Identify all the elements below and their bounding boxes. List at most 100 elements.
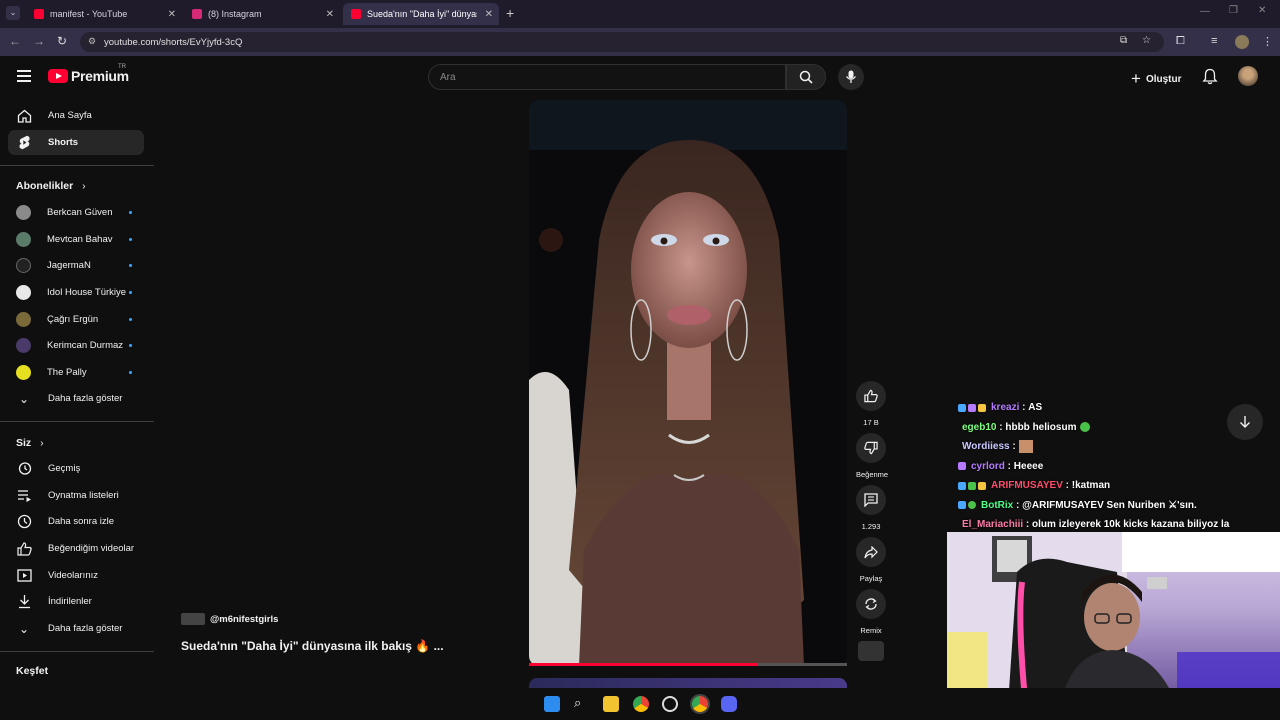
channel-info[interactable]: @m6nifestgirls xyxy=(181,613,278,625)
dislike-button[interactable]: Beğenme xyxy=(856,433,888,479)
sidebar-item-your-videos[interactable]: Videolarınız xyxy=(8,563,144,588)
chat-username: egeb10 xyxy=(962,421,997,433)
tab-title: manifest - YouTube xyxy=(50,9,128,19)
chat-message: kreazi : AS xyxy=(958,398,1258,418)
tab-title: (8) Instagram xyxy=(208,9,262,19)
chrome-icon[interactable] xyxy=(633,696,649,712)
sidebar-item-playlists[interactable]: Oynatma listeleri xyxy=(8,483,144,508)
voice-search-button[interactable] xyxy=(838,64,864,90)
tab-search-button[interactable]: ⌄ xyxy=(6,6,20,20)
sidebar: Ana Sayfa Shorts Abonelikler › Berkcan G… xyxy=(0,98,154,720)
chrome-active-icon[interactable] xyxy=(692,696,708,712)
sidebar-item-label: Ana Sayfa xyxy=(48,110,92,121)
profile-avatar[interactable] xyxy=(1235,35,1249,49)
file-explorer-icon[interactable] xyxy=(603,696,619,712)
sidebar-item-home[interactable]: Ana Sayfa xyxy=(8,103,144,128)
windows-taskbar: ⌕ xyxy=(0,688,1280,720)
youtube-premium-logo[interactable]: Premium TR xyxy=(48,64,129,84)
search-button[interactable] xyxy=(786,64,826,90)
subscription-the-pally[interactable]: The Pally xyxy=(8,360,144,385)
sound-thumbnail[interactable] xyxy=(858,641,884,661)
video-frame-woman xyxy=(529,100,847,666)
new-content-dot xyxy=(129,344,132,347)
sidebar-item-liked-videos[interactable]: Beğendiğim videolar xyxy=(8,536,144,561)
remix-button[interactable]: Remix xyxy=(856,589,886,635)
chat-text: olum izleyerek 10k kicks kazana biliyoz … xyxy=(1032,519,1230,531)
subscription-label: Idol House Türkiye xyxy=(47,287,127,298)
reload-icon[interactable]: ↻ xyxy=(57,34,67,48)
tab-shorts[interactable]: Sueda'nın "Daha İyi" dünyasına ✕ xyxy=(343,3,499,25)
menu-hamburger-icon[interactable] xyxy=(17,70,31,82)
search-icon[interactable]: ⌕ xyxy=(574,696,590,712)
shorts-video-player[interactable] xyxy=(529,100,847,666)
channel-avatar xyxy=(16,312,31,327)
chevron-right-icon: › xyxy=(82,180,86,192)
maximize-icon[interactable]: ❐ xyxy=(1229,5,1238,16)
notifications-button[interactable] xyxy=(1202,68,1218,90)
show-more-subscriptions[interactable]: ⌄ Daha fazla göster xyxy=(8,386,144,411)
browser-toolbar: ← → ↻ ⚙ youtube.com/shorts/EvYjyfd-3cQ ⧉… xyxy=(0,28,1280,56)
subscription-kerimcan-durmaz[interactable]: Kerimcan Durmaz xyxy=(8,333,144,358)
emote-icon xyxy=(1080,422,1091,433)
extensions-icon[interactable]: ⧠ xyxy=(1176,35,1185,48)
show-more-you[interactable]: ⌄ Daha fazla göster xyxy=(8,616,144,641)
app-icon[interactable] xyxy=(662,696,678,712)
tab-close-icon[interactable]: ✕ xyxy=(485,9,493,20)
liked-videos-icon xyxy=(16,541,32,556)
chat-message: cyrlord : Heeee xyxy=(958,457,1258,477)
subscription-mevtcan-bahav[interactable]: Mevtcan Bahav xyxy=(8,227,144,252)
comments-button[interactable]: 1.293 xyxy=(856,485,886,531)
chat-message: BotRix : @ARIFMUSAYEV Sen Nuriben ⚔'sın. xyxy=(958,496,1258,516)
sidebar-item-watch-later[interactable]: Daha sonra izle xyxy=(8,509,144,534)
share-button[interactable]: Paylaş xyxy=(856,537,886,583)
tab-close-icon[interactable]: ✕ xyxy=(326,9,334,20)
account-avatar[interactable] xyxy=(1238,66,1258,86)
install-app-icon[interactable]: ⧉ xyxy=(1120,35,1127,46)
back-icon[interactable]: ← xyxy=(9,34,21,48)
subscription-label: Kerimcan Durmaz xyxy=(47,340,124,351)
scroll-down-button[interactable] xyxy=(1227,404,1263,440)
arrow-down-icon xyxy=(1240,416,1250,428)
windows-start-icon[interactable] xyxy=(544,696,560,712)
subscription-cagri-ergun[interactable]: Çağrı Ergün xyxy=(8,307,144,332)
sidebar-item-shorts[interactable]: Shorts xyxy=(8,130,144,155)
new-content-dot xyxy=(129,291,132,294)
discord-icon[interactable] xyxy=(721,696,737,712)
chat-text: Heeee xyxy=(1013,460,1044,472)
search-placeholder: Ara xyxy=(440,71,456,83)
channel-avatar xyxy=(16,338,31,353)
subscriptions-header[interactable]: Abonelikler › xyxy=(16,180,86,192)
badge-icon xyxy=(958,481,966,490)
masthead: Premium TR Ara + Oluştur xyxy=(0,56,1280,98)
address-bar[interactable]: ⚙ youtube.com/shorts/EvYjyfd-3cQ ⧉ ☆ xyxy=(80,32,1164,52)
channel-avatar xyxy=(16,232,31,247)
chat-username: ARIFMUSAYEV xyxy=(991,480,1063,492)
subscription-berkcan-guven[interactable]: Berkcan Güven xyxy=(8,200,144,225)
chat-username: kreazi xyxy=(991,402,1020,414)
close-window-icon[interactable]: ✕ xyxy=(1258,5,1266,16)
next-short-preview[interactable] xyxy=(529,678,847,688)
forward-icon[interactable]: → xyxy=(33,34,45,48)
browser-menu-icon[interactable]: ⋮ xyxy=(1262,35,1273,48)
reading-list-icon[interactable]: ≡ xyxy=(1211,35,1217,47)
site-info-icon[interactable]: ⚙ xyxy=(88,36,96,47)
tab-youtube[interactable]: manifest - YouTube ✕ xyxy=(26,3,182,25)
chat-username: cyrlord xyxy=(971,460,1005,472)
tab-close-icon[interactable]: ✕ xyxy=(168,9,176,20)
new-tab-icon[interactable]: + xyxy=(506,5,514,21)
create-button[interactable]: + Oluştur xyxy=(1131,69,1182,89)
tab-instagram[interactable]: (8) Instagram ✕ xyxy=(184,3,340,25)
sidebar-item-downloads[interactable]: İndirilenler xyxy=(8,589,144,614)
like-button[interactable]: 17 B xyxy=(856,381,886,427)
subscription-idol-house[interactable]: Idol House Türkiye xyxy=(8,280,144,305)
youtube-favicon-icon xyxy=(34,9,44,19)
bookmark-star-icon[interactable]: ☆ xyxy=(1142,35,1151,46)
minimize-icon[interactable]: — xyxy=(1200,6,1210,17)
search-input[interactable]: Ara xyxy=(428,64,786,90)
you-header[interactable]: Siz › xyxy=(16,437,44,449)
short-title: Sueda'nın "Daha İyi" dünyasına ilk bakış… xyxy=(181,639,444,653)
sidebar-item-history[interactable]: Geçmiş xyxy=(8,456,144,481)
subscription-jagerman[interactable]: JagermaN xyxy=(8,253,144,278)
tab-title: Sueda'nın "Daha İyi" dünyasına xyxy=(367,9,477,19)
video-progress-bar[interactable] xyxy=(529,663,847,666)
